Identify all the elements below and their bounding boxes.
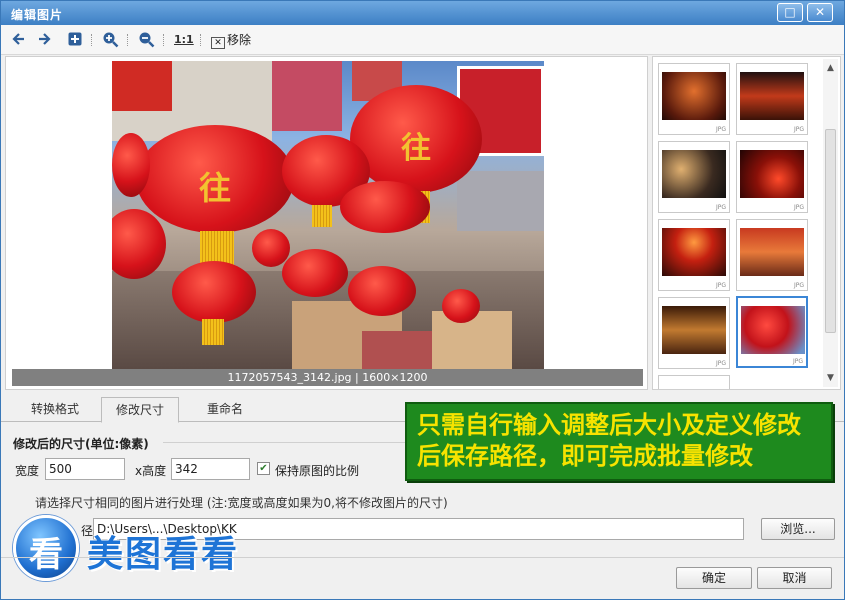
zoom-out-icon[interactable] [138, 31, 155, 49]
thumbnail-panel: JPG JPG JPG JPG JPG JPG JPG JPG ▲ ▼ [652, 56, 841, 390]
remove-button[interactable]: ✕ 移除 [211, 31, 251, 49]
height-input[interactable] [171, 458, 250, 480]
width-label: 宽度 [15, 464, 40, 478]
maximize-button[interactable]: □ [777, 3, 803, 22]
close-button[interactable]: ✕ [807, 3, 833, 22]
resize-note: 请选择尺寸相同的图片进行处理 (注:宽度或高度如果为0,将不修改图片的尺寸) [35, 496, 448, 510]
toolbar: 1:1 ✕ 移除 [1, 25, 844, 55]
banner-line-1: 只需自行输入调整后大小及定义修改 [417, 411, 801, 439]
resize-group-title: 修改后的尺寸(单位:像素) [13, 437, 149, 451]
logo-icon: 看 [13, 515, 79, 581]
logo-text: 美图看看 [87, 534, 240, 575]
toolbar-divider [200, 34, 201, 46]
arrow-left-icon[interactable] [11, 31, 27, 49]
width-input[interactable] [45, 458, 125, 480]
plus-box-icon[interactable] [67, 31, 83, 49]
tab-rename[interactable]: 重命名 [193, 397, 257, 422]
thumbnail[interactable]: JPG [658, 297, 730, 369]
edit-image-window: 编辑图片 □ ✕ 1:1 ✕ 移除 往 往 1172057543_3142.jp… [0, 0, 845, 600]
title-bar: 编辑图片 □ ✕ [1, 1, 844, 25]
scroll-up-icon[interactable]: ▲ [823, 61, 838, 75]
scrollbar-thumb[interactable] [825, 129, 836, 333]
thumbnail[interactable]: JPG [658, 63, 730, 135]
thumbnail[interactable]: JPG [736, 219, 808, 291]
keep-ratio-checkbox[interactable]: ✔ [257, 462, 270, 475]
zoom-in-icon[interactable] [102, 31, 119, 49]
height-label: x高度 [135, 464, 167, 478]
thumbnail[interactable]: JPG [736, 141, 808, 213]
keep-ratio-label: 保持原图的比例 [275, 464, 360, 478]
thumbnail[interactable] [658, 375, 730, 389]
thumbnail[interactable]: JPG [736, 63, 808, 135]
image-preview-panel: 往 往 1172057543_3142.jpg | 1600×1200 [5, 56, 648, 390]
toolbar-divider [127, 34, 128, 46]
meitu-kankan-logo: 看 美图看看 [13, 515, 293, 585]
ok-button[interactable]: 确定 [676, 567, 752, 589]
thumbnail-scrollbar[interactable]: ▲ ▼ [823, 59, 838, 387]
thumbnail[interactable]: JPG [658, 141, 730, 213]
image-caption: 1172057543_3142.jpg | 1600×1200 [12, 369, 643, 386]
thumbnail[interactable]: JPG [658, 219, 730, 291]
remove-icon: ✕ [211, 37, 225, 49]
tab-resize[interactable]: 修改尺寸 [101, 397, 180, 423]
preview-photo: 往 往 [112, 61, 544, 369]
toolbar-divider [91, 34, 92, 46]
banner-line-2: 后保存路径，即可完成批量修改 [417, 442, 753, 470]
cancel-button[interactable]: 取消 [757, 567, 832, 589]
actual-size-button[interactable]: 1:1 [174, 31, 194, 49]
remove-label: 移除 [227, 33, 252, 47]
thumbnail-selected[interactable]: JPG [736, 296, 808, 368]
footer-divider [1, 557, 844, 558]
window-title: 编辑图片 [11, 8, 64, 22]
browse-button[interactable]: 浏览... [761, 518, 835, 540]
tab-convert-format[interactable]: 转换格式 [17, 397, 93, 422]
scroll-down-icon[interactable]: ▼ [823, 371, 838, 385]
promo-banner: 只需自行输入调整后大小及定义修改 后保存路径，即可完成批量修改 [405, 402, 833, 481]
arrow-right-icon[interactable] [36, 31, 52, 49]
toolbar-divider [163, 34, 164, 46]
